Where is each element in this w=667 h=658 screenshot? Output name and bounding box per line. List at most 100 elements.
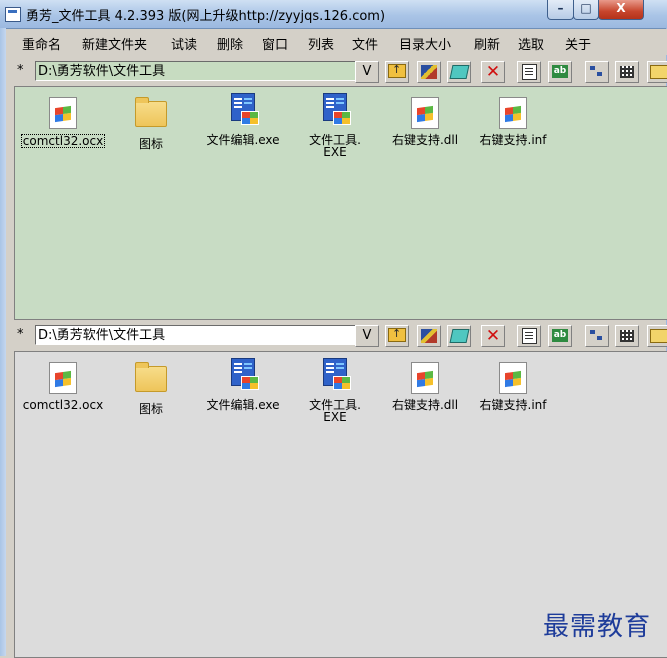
menu-rename[interactable]: 重命名 [22,34,61,53]
menu-window[interactable]: 窗口 [262,34,288,53]
file-name: 文件工具. EXE [309,133,361,159]
exe-app-icon [319,93,351,125]
file-item[interactable]: comctl32.ocx [17,362,109,411]
properties-button[interactable] [517,325,541,347]
ocx-file-icon [49,97,77,129]
dll-file-icon [411,97,439,129]
file-name: comctl32.ocx [20,134,106,148]
folder-up-button[interactable] [385,60,409,83]
folder-button[interactable] [647,61,667,83]
delete-button[interactable]: ✕ [481,325,505,347]
details-grid-icon [620,65,634,78]
copy-icon [449,64,469,79]
file-item[interactable]: 右键支持.dll [379,97,471,146]
properties-icon [521,63,537,80]
top-toolbar: * D:\勇芳软件\文件工具 V ✕ ab [14,60,667,86]
file-name: comctl32.ocx [22,398,104,412]
menu-dir-size[interactable]: 目录大小 [399,34,451,53]
folder-up-icon [388,60,406,80]
details-grid-icon [620,329,634,342]
file-item[interactable]: 文件编辑.exe [197,358,289,411]
watermark: 最需教育 [543,612,652,642]
copy-button[interactable] [447,325,471,347]
small-icons-button[interactable] [585,325,609,347]
file-item[interactable]: 文件工具. EXE [289,93,381,158]
file-name: 文件编辑.exe [206,398,280,412]
file-name: 右键支持.dll [391,133,459,147]
bottom-toolbar: * D:\勇芳软件\文件工具 V ✕ ab [14,324,667,350]
delete-button[interactable]: ✕ [481,61,505,83]
menu-new-folder[interactable]: 新建文件夹 [82,34,147,53]
small-icons-icon [590,329,604,342]
file-item[interactable]: comctl32.ocx [17,97,109,148]
file-item[interactable]: 图标 [105,362,197,415]
file-item[interactable]: 文件编辑.exe [197,93,289,146]
tools-icon [421,64,437,79]
folder-button[interactable] [647,325,667,347]
folder-icon [650,64,667,79]
file-item[interactable]: 图标 [105,97,197,150]
dll-file-icon [411,362,439,394]
folder-icon [650,328,667,343]
delete-x-icon: ✕ [485,62,501,82]
copy-icon [449,328,469,343]
maximize-button[interactable]: □ [573,0,599,20]
folder-icon [135,97,167,127]
window-title: 勇芳_文件工具 4.2.393 版(网上升级http://zyyjqs.126.… [26,9,386,24]
menu-preview[interactable]: 试读 [171,34,197,53]
rename-icon: ab [552,65,568,78]
v-button[interactable]: V [355,325,379,347]
exe-app-icon [319,358,351,390]
menu-list[interactable]: 列表 [308,34,334,53]
close-button[interactable]: X [598,0,644,20]
properties-icon [521,327,537,344]
small-icons-icon [590,65,604,78]
file-name: 图标 [138,402,163,416]
rename-button[interactable]: ab [548,61,572,83]
tools-button[interactable] [417,325,441,347]
menu-bar: 重命名 新建文件夹 试读 删除 窗口 列表 文件 目录大小 刷新 选取 关于 [6,29,667,55]
active-pane-marker: * [17,327,24,342]
properties-button[interactable] [517,61,541,83]
top-file-pane[interactable]: comctl32.ocx 图标 文件编辑.exe 文件工具. EXE 右键支持.… [14,86,667,320]
folder-icon [135,362,167,392]
path-input[interactable]: D:\勇芳软件\文件工具 [35,325,361,345]
inf-file-icon [499,97,527,129]
v-button[interactable]: V [355,61,379,83]
active-pane-marker: * [17,63,24,78]
menu-delete[interactable]: 删除 [217,34,243,53]
copy-button[interactable] [447,61,471,83]
rename-button[interactable]: ab [548,325,572,347]
app-icon [5,7,21,22]
file-item[interactable]: 右键支持.inf [467,362,559,411]
folder-up-button[interactable] [385,324,409,347]
file-name: 右键支持.inf [479,398,547,412]
menu-about[interactable]: 关于 [565,34,591,53]
path-input[interactable]: D:\勇芳软件\文件工具 [35,61,361,81]
exe-app-icon [227,93,259,125]
tools-icon [421,328,437,343]
menu-refresh[interactable]: 刷新 [474,34,500,53]
small-icons-button[interactable] [585,61,609,83]
file-item[interactable]: 文件工具. EXE [289,358,381,423]
folder-up-icon [388,324,406,344]
inf-file-icon [499,362,527,394]
exe-app-icon [227,358,259,390]
file-name: 文件编辑.exe [206,133,280,147]
delete-x-icon: ✕ [485,326,501,346]
tools-button[interactable] [417,61,441,83]
menu-select[interactable]: 选取 [518,34,544,53]
file-name: 右键支持.dll [391,398,459,412]
details-view-button[interactable] [615,61,639,83]
details-view-button[interactable] [615,325,639,347]
file-name: 右键支持.inf [479,133,547,147]
file-item[interactable]: 右键支持.inf [467,97,559,146]
file-name: 文件工具. EXE [309,398,361,424]
file-item[interactable]: 右键支持.dll [379,362,471,411]
window-frame-left [0,28,6,656]
ocx-file-icon [49,362,77,394]
title-bar: 勇芳_文件工具 4.2.393 版(网上升级http://zyyjqs.126.… [0,0,667,29]
minimize-button[interactable]: – [547,0,574,20]
file-name: 图标 [138,137,163,151]
menu-file[interactable]: 文件 [352,34,378,53]
